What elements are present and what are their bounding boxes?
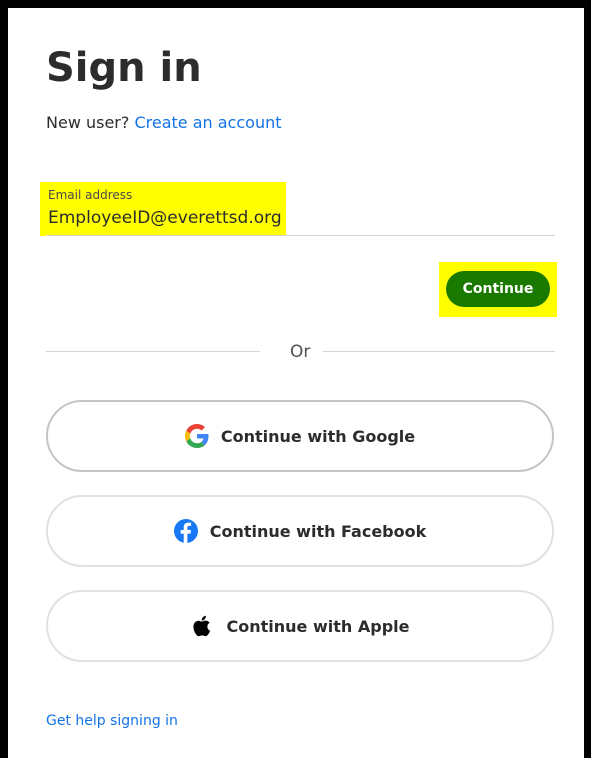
or-label: Or [290,342,311,362]
divider-line-left [46,351,260,352]
google-button-label: Continue with Google [220,426,416,446]
continue-with-google-button[interactable]: Continue with Google [46,400,554,472]
continue-button-highlight: Continue [439,262,557,317]
divider-line-right [323,351,555,352]
facebook-button-label: Continue with Facebook [209,521,427,541]
new-user-row: New user? Create an account [46,111,282,135]
email-label: Email address [48,188,133,202]
facebook-icon [173,519,198,543]
email-field-underline [46,235,555,236]
apple-button-label: Continue with Apple [226,616,410,636]
new-user-text: New user? [46,113,130,132]
page-title: Sign in [46,45,202,91]
google-icon [184,424,209,448]
email-input[interactable] [46,206,286,230]
or-divider: Or [46,340,555,364]
sign-in-panel: Sign in New user? Create an account Emai… [8,8,584,758]
create-account-link[interactable]: Create an account [134,113,281,132]
email-field-group: Email address [40,182,286,236]
continue-with-facebook-button[interactable]: Continue with Facebook [46,495,554,567]
continue-with-apple-button[interactable]: Continue with Apple [46,590,554,662]
continue-button[interactable]: Continue [446,271,550,307]
get-help-signing-in-link[interactable]: Get help signing in [46,711,178,731]
apple-icon [192,615,210,637]
